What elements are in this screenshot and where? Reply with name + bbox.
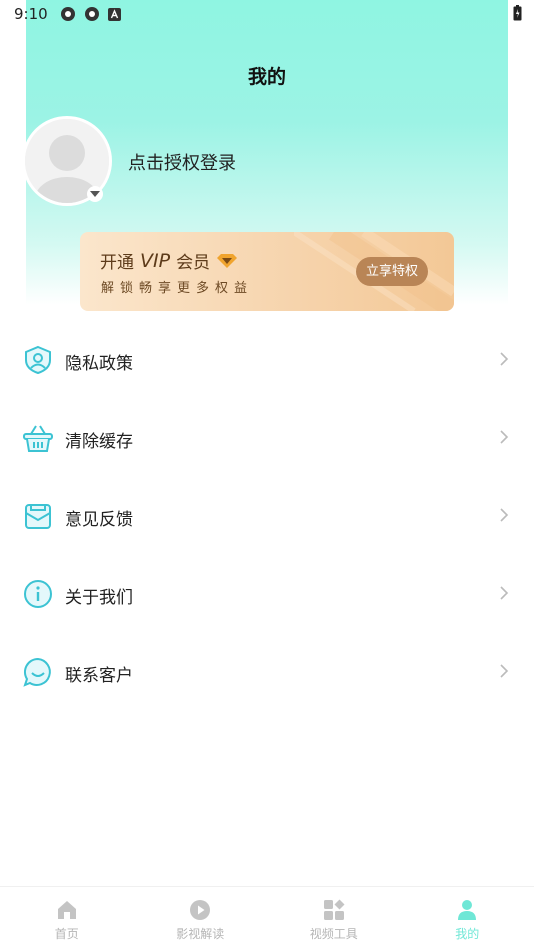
chevron-right-icon xyxy=(500,664,509,678)
feedback-box-icon xyxy=(25,504,51,529)
diamond-icon xyxy=(217,253,238,268)
menu-item-feedback[interactable]: 意见反馈 xyxy=(0,476,534,554)
status-bar: 9:10 xyxy=(0,0,534,28)
chevron-right-icon xyxy=(500,352,509,366)
settings-menu: 隐私政策 清除缓存 意见反馈 关于我们 联系客户 xyxy=(0,320,534,710)
chevron-right-icon xyxy=(500,430,509,444)
tab-label: 我的 xyxy=(455,927,480,941)
tab-home[interactable]: 首页 xyxy=(0,887,134,950)
a-notification-icon xyxy=(107,7,121,21)
privacy-shield-icon xyxy=(25,345,51,375)
tab-mine[interactable]: 我的 xyxy=(401,887,534,950)
menu-item-label: 关于我们 xyxy=(65,588,133,608)
tools-grid-icon xyxy=(323,899,345,920)
person-icon xyxy=(458,900,477,920)
login-prompt[interactable]: 点击授权登录 xyxy=(128,149,236,175)
app-notification-icon xyxy=(60,7,75,21)
basket-icon xyxy=(23,425,53,452)
menu-item-label: 隐私政策 xyxy=(65,354,133,374)
vip-banner[interactable]: 开通 VIP 会员 解锁畅享更多权益 立享特权 xyxy=(80,232,454,311)
avatar-edit-badge[interactable] xyxy=(87,186,103,202)
menu-item-clear-cache[interactable]: 清除缓存 xyxy=(0,398,534,476)
info-icon xyxy=(24,580,52,608)
status-time: 9:10 xyxy=(14,5,48,23)
app-notification-icon xyxy=(84,7,99,21)
menu-item-label: 联系客户 xyxy=(65,666,133,686)
vip-privilege-button[interactable]: 立享特权 xyxy=(356,257,428,286)
page-title: 我的 xyxy=(247,66,286,88)
vip-title-suffix: 会员 xyxy=(176,253,211,273)
vip-title: 开通 VIP 会员 xyxy=(100,248,238,273)
tab-video-tools[interactable]: 视频工具 xyxy=(267,887,401,950)
menu-item-about-us[interactable]: 关于我们 xyxy=(0,554,534,632)
chevron-right-icon xyxy=(500,586,509,600)
menu-item-label: 清除缓存 xyxy=(65,432,133,452)
chevron-right-icon xyxy=(500,508,509,522)
tab-label: 视频工具 xyxy=(309,927,358,941)
bottom-tab-bar: 首页 影视解读 视频工具 我的 xyxy=(0,886,534,950)
tab-label: 影视解读 xyxy=(176,927,225,941)
play-icon xyxy=(190,900,211,920)
home-icon xyxy=(57,901,76,919)
menu-item-privacy-policy[interactable]: 隐私政策 xyxy=(0,320,534,398)
tab-label: 首页 xyxy=(54,927,79,941)
vip-subtitle: 解锁畅享更多权益 xyxy=(101,281,254,296)
tab-film-commentary[interactable]: 影视解读 xyxy=(134,887,268,950)
chevron-down-icon xyxy=(90,191,100,197)
menu-item-contact-customer[interactable]: 联系客户 xyxy=(0,632,534,710)
chat-bubble-icon xyxy=(23,657,51,687)
status-notification-icons xyxy=(60,6,121,22)
menu-item-label: 意见反馈 xyxy=(65,510,133,530)
vip-title-vip: VIP xyxy=(140,249,171,272)
vip-title-prefix: 开通 xyxy=(100,253,134,273)
